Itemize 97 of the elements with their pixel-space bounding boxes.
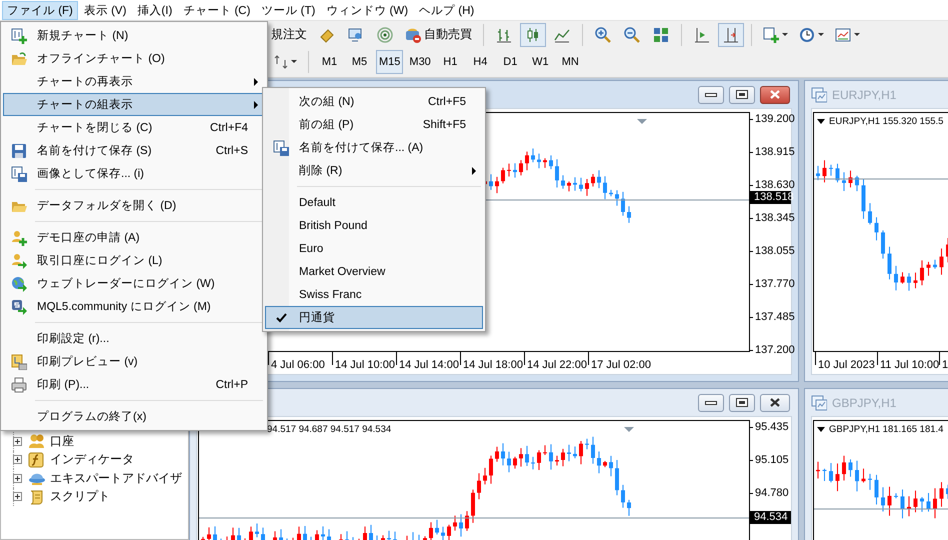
menu-item[interactable]: Market Overview [265, 260, 483, 283]
tree-item[interactable]: エキスパートアドバイザ [50, 470, 182, 487]
price-label: 137.770 [750, 278, 795, 290]
timeframe-button[interactable]: H4 [466, 50, 494, 74]
chart-header: GBPJPY,H1 181.165 181.4 [829, 424, 944, 435]
menu-item[interactable]: ファイル (F) [2, 0, 78, 20]
menu-item[interactable]: 円通貨 [265, 306, 483, 329]
menu-item[interactable]: オフラインチャート (O) [3, 47, 265, 70]
item-label: MQL5.community にログイン (M) [36, 300, 212, 314]
shortcut-label: Shift+F5 [422, 118, 466, 130]
window-title: GBPJPY,H1 [832, 396, 896, 410]
chart-header: 94.517 94.687 94.517 94.534 [267, 424, 392, 435]
menu-item[interactable]: MQL5.community にログイン (M) [3, 295, 265, 318]
shortcut-label: Ctrl+F5 [428, 96, 466, 108]
item-label: Default [298, 196, 336, 208]
item-label: 前の組 (P) [298, 118, 355, 132]
item-label: チャートの再表示 [36, 74, 134, 89]
price-label: 137.200 [750, 344, 795, 356]
price-label: 94.780 [750, 486, 789, 500]
current-price-label: 94.534 [750, 510, 791, 524]
item-label: 名前を付けて保存 (S) [36, 144, 153, 158]
menu-item[interactable]: チャート (C) [178, 0, 256, 20]
shortcut-label: Ctrl+S [216, 144, 248, 156]
timeframe-button[interactable]: M30 [406, 50, 434, 74]
menu-item[interactable]: チャートの組表示 [3, 93, 265, 116]
menu-item[interactable]: Default [265, 191, 483, 214]
tree-item[interactable]: スクリプト [50, 488, 110, 506]
item-label: 画像として保存... (i) [36, 166, 145, 181]
menu-item[interactable]: プログラムの終了(x) [3, 405, 265, 428]
tree-item[interactable]: 口座 [50, 432, 74, 450]
item-label: デモ口座の申請 (A) [36, 230, 141, 245]
item-label: チャートを閉じる (C) [36, 121, 154, 135]
timeframe-button[interactable]: W1 [526, 50, 554, 74]
item-label: ウェブトレーダーにログイン (W) [36, 276, 216, 291]
button-label: 自動売買 [424, 26, 472, 43]
menu-item[interactable]: 次の組 (N) Ctrl+F5 [265, 90, 483, 113]
tree-item[interactable]: インディケータ [50, 451, 134, 468]
menu-item[interactable]: ツール (T) [256, 0, 320, 20]
item-label: 次の組 (N) [298, 95, 356, 109]
menu-item[interactable]: 削除 (R) [265, 159, 483, 182]
menu-item[interactable]: ヘルプ (H) [414, 0, 480, 20]
timeframe-button[interactable]: H1 [436, 50, 464, 74]
menu-item[interactable]: チャートの再表示 [3, 70, 265, 93]
menu-item[interactable]: チャートを閉じる (C) Ctrl+F4 [3, 116, 265, 139]
price-label: 95.105 [750, 454, 789, 466]
menu-item[interactable]: 印刷 (P)... Ctrl+P [3, 373, 265, 396]
price-label: 137.485 [750, 310, 795, 324]
item-label: 円通貨 [298, 310, 336, 325]
auto-trading-button[interactable]: 自動売買 [401, 22, 476, 46]
chart-header: EURJPY,H1 155.320 155.5 [829, 116, 944, 127]
item-label: 削除 (R) [298, 164, 344, 178]
menu-item[interactable]: 新規チャート (N) [3, 24, 265, 47]
menu-item[interactable]: ウェブトレーダーにログイン (W) [3, 272, 265, 295]
price-label: 138.630 [750, 178, 795, 192]
item-label: データフォルダを開く (D) [36, 198, 178, 213]
menu-item[interactable]: Swiss Franc [265, 283, 483, 306]
price-label: 138.915 [750, 146, 795, 158]
menu-item[interactable]: 印刷設定 (r)... [3, 327, 265, 350]
timeframe-button[interactable]: D1 [496, 50, 524, 74]
menu-item[interactable]: デモ口座の申請 (A) [3, 226, 265, 249]
item-label: オフラインチャート (O) [36, 52, 166, 66]
item-label: 印刷 (P)... [36, 378, 90, 392]
shortcut-label: Ctrl+F4 [210, 122, 248, 134]
menu-item[interactable]: 名前を付けて保存 (S) Ctrl+S [3, 139, 265, 162]
timeframe-button[interactable]: M1 [316, 50, 343, 74]
menu-item[interactable]: 印刷プレビュー (v) [3, 350, 265, 373]
timeframe-button[interactable]: M15 [376, 50, 404, 74]
item-label: プログラムの終了(x) [36, 409, 148, 424]
menu-item[interactable]: British Pound [265, 214, 483, 237]
new-order-button[interactable]: 規注文 [270, 22, 311, 46]
timeframe-button[interactable]: M5 [346, 50, 373, 74]
menu-item[interactable]: ウィンドウ (W) [321, 0, 414, 20]
item-label: 取引口座にログイン (L) [36, 254, 164, 268]
item-label: チャートの組表示 [36, 98, 134, 112]
item-label: 印刷プレビュー (v) [36, 354, 139, 369]
menu-item[interactable]: 表示 (V) [78, 0, 132, 20]
window-title: EURJPY,H1 [832, 88, 896, 102]
menu-item[interactable]: 名前を付けて保存... (A) [265, 136, 483, 159]
item-label: Market Overview [298, 266, 386, 278]
item-label: 名前を付けて保存... (A) [298, 140, 424, 155]
menu-item[interactable]: 取引口座にログイン (L) [3, 249, 265, 272]
menu-item[interactable]: Euro [265, 237, 483, 260]
item-label: 印刷設定 (r)... [36, 332, 110, 346]
menu-item[interactable]: データフォルダを開く (D) [3, 194, 265, 217]
menu-item[interactable]: 前の組 (P) Shift+F5 [265, 113, 483, 136]
item-label: British Pound [298, 220, 368, 232]
shortcut-label: Ctrl+P [216, 378, 248, 390]
price-label: 138.055 [750, 244, 795, 258]
price-label: 138.345 [750, 212, 795, 224]
item-label: Swiss Franc [298, 288, 363, 300]
price-label: 139.200 [750, 112, 795, 126]
item-label: 新規チャート (N) [36, 28, 130, 43]
menu-item[interactable]: 挿入(I) [132, 0, 178, 20]
item-label: Euro [298, 242, 324, 254]
menu-item[interactable]: 画像として保存... (i) [3, 162, 265, 185]
price-label: 95.435 [750, 420, 789, 434]
timeframe-button[interactable]: MN [556, 50, 584, 74]
